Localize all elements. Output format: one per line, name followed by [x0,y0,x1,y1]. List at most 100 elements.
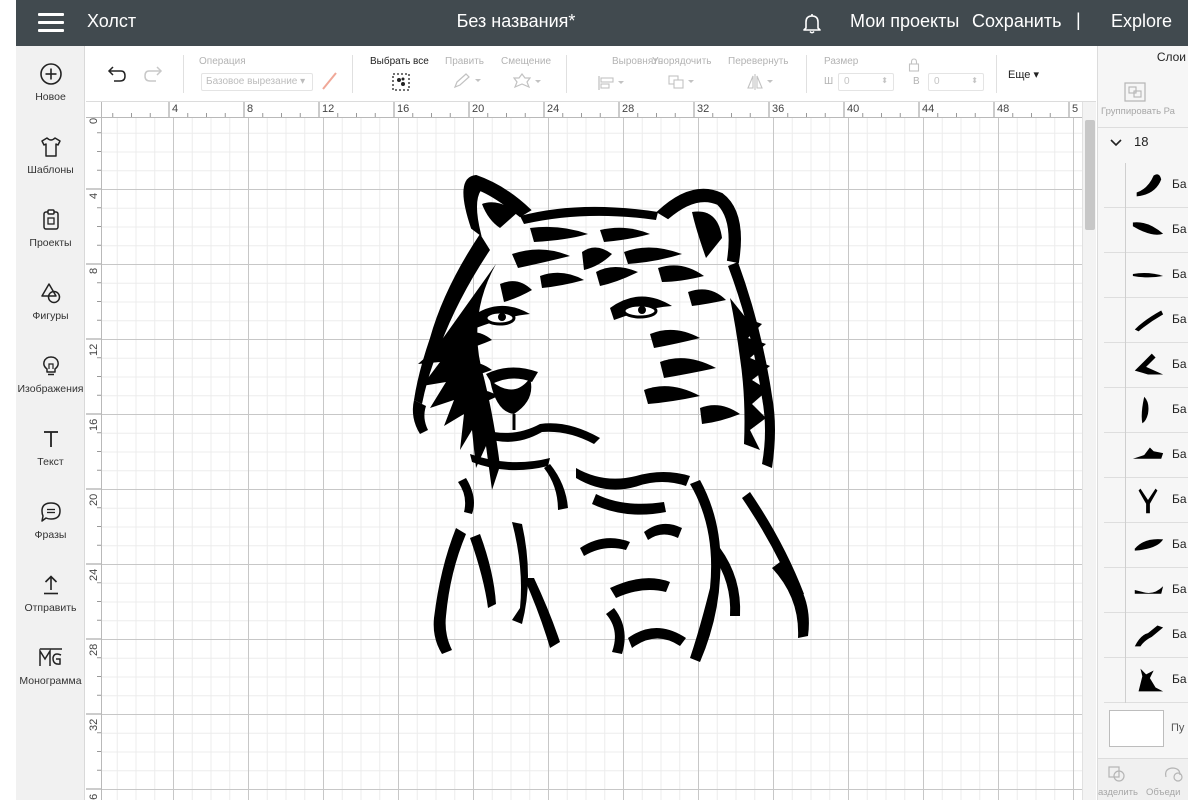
upload-icon [43,575,58,595]
height-input[interactable]: 0 ⬍ [928,73,984,91]
tiger-head-artwork[interactable] [400,168,830,668]
layers-panel: Слои Группировать Ра 18 Ба Ба Ба Ба Ба Ба Ба Ба… [1097,46,1188,800]
edit-button[interactable] [453,73,483,94]
ruler-label: 5 [1072,103,1079,115]
offset-label: Смещение [501,56,552,67]
toolbar-divider [806,55,807,93]
ruler-label: 20 [88,493,100,506]
sidebar-item-upload[interactable]: Отправить [16,573,85,614]
slice-icon[interactable] [1107,765,1127,788]
layer-row[interactable]: Ба [1104,658,1188,703]
flip-button[interactable] [746,73,776,96]
layer-row[interactable]: Ба [1104,478,1188,523]
align-button[interactable] [597,75,627,96]
arrange-label: Упорядочить [652,56,712,67]
ruler-label: 4 [172,103,179,115]
layer-row[interactable]: Ба [1104,253,1188,298]
sidebar-item-shapes[interactable]: Фигуры [16,281,85,322]
my-projects-link[interactable]: Мои проекты [850,11,959,32]
blank-canvas-swatch[interactable] [1109,710,1164,747]
machine-select[interactable]: Explore [1111,11,1172,32]
sidebar-item-images[interactable]: Изображения [16,354,85,395]
group-label[interactable]: Группировать Ра [1101,106,1175,117]
layer-thumbnail [1134,586,1164,594]
layers-bottom-bar: азделить Объеди [1098,758,1188,800]
ruler-label: 36 [88,793,100,800]
sidebar-item-label: Монограмма [19,675,82,687]
shapes-icon [40,283,60,304]
vertical-scrollbar[interactable] [1082,102,1096,800]
layer-name: Ба [1172,177,1187,191]
chevron-down-icon[interactable] [1110,135,1122,153]
layer-row[interactable]: Ба [1104,208,1188,253]
sidebar-item-monogram[interactable]: Монограмма [16,646,85,687]
scrollbar-thumb[interactable] [1085,120,1095,230]
undo-icon[interactable] [105,66,127,84]
layer-row[interactable]: Ба [1104,568,1188,613]
ruler-label: 0 [88,118,100,124]
select-all-button[interactable] [391,72,411,97]
text-icon [43,431,58,447]
redo-icon[interactable] [143,66,165,84]
sidebar-item-projects[interactable]: Проекты [16,208,85,249]
width-input[interactable]: 0 ⬍ [838,73,894,91]
toolbar-divider [566,55,567,93]
tshirt-icon [40,137,61,157]
layer-name: Ба [1172,447,1187,461]
save-button[interactable]: Сохранить [972,11,1061,32]
layer-row[interactable]: Ба [1104,298,1188,343]
lock-icon[interactable] [908,58,920,77]
layer-thumbnail [1138,668,1164,692]
arrange-button[interactable] [668,74,698,95]
sidebar-item-templates[interactable]: Шаблоны [16,135,85,176]
layer-thumbnail [1132,222,1164,235]
layer-name: Ба [1172,222,1187,236]
left-sidebar: Новое Шаблоны Проекты Фигуры Изображения… [16,46,85,800]
layer-thumbnail [1134,625,1164,647]
sidebar-item-label: Изображения [17,383,84,395]
width-label: Ш [824,76,834,87]
layer-row[interactable]: Ба [1104,343,1188,388]
layer-group-row[interactable]: 18 [1098,128,1188,154]
layer-thumbnail [1134,353,1164,375]
slice-label: азделить [1098,787,1138,798]
edit-toolbar: Операция Базовое вырезание ▾ Выбрать все… [86,46,1096,102]
height-label: В [913,76,920,87]
ruler-label: 48 [997,103,1010,115]
plus-circle-icon [39,63,62,85]
lightbulb-icon [42,356,59,376]
offset-button[interactable] [512,73,543,96]
sidebar-item-label: Шаблоны [27,164,74,176]
layer-row[interactable]: Ба [1104,163,1188,208]
layer-row[interactable]: Ба [1104,388,1188,433]
right-margin [1188,0,1200,800]
design-canvas[interactable] [102,118,1082,800]
select-all-icon [392,73,410,91]
ruler-label: 16 [397,103,410,115]
layer-row[interactable]: Ба [1104,523,1188,568]
layer-thumbnail [1136,174,1162,197]
sidebar-item-new[interactable]: Новое [16,62,85,103]
group-icon[interactable] [1124,82,1146,107]
layer-row[interactable]: Ба [1104,613,1188,658]
toolbar-divider [996,55,997,93]
align-icon [598,76,624,90]
ruler-label: 32 [697,103,710,115]
size-label: Размер [824,56,859,67]
design-space-app: Холст Без названия* Мои проекты Сохранит… [0,0,1200,800]
ruler-label: 36 [772,103,785,115]
sidebar-item-label: Текст [37,456,64,468]
weld-icon[interactable] [1162,765,1186,788]
header-separator: | [1076,10,1081,30]
pen-icon [320,70,340,97]
sidebar-item-phrases[interactable]: Фразы [16,500,85,541]
ruler-label: 16 [88,418,100,431]
layer-row[interactable]: Ба [1104,433,1188,478]
toolbar-divider [183,55,184,93]
layer-name: Ба [1172,582,1187,596]
toolbar-divider [352,55,353,93]
operation-dropdown[interactable]: Базовое вырезание ▾ [201,73,313,91]
bell-icon[interactable] [800,11,824,35]
more-button[interactable]: Еще ▾ [1008,68,1039,81]
sidebar-item-text[interactable]: Текст [16,427,85,468]
